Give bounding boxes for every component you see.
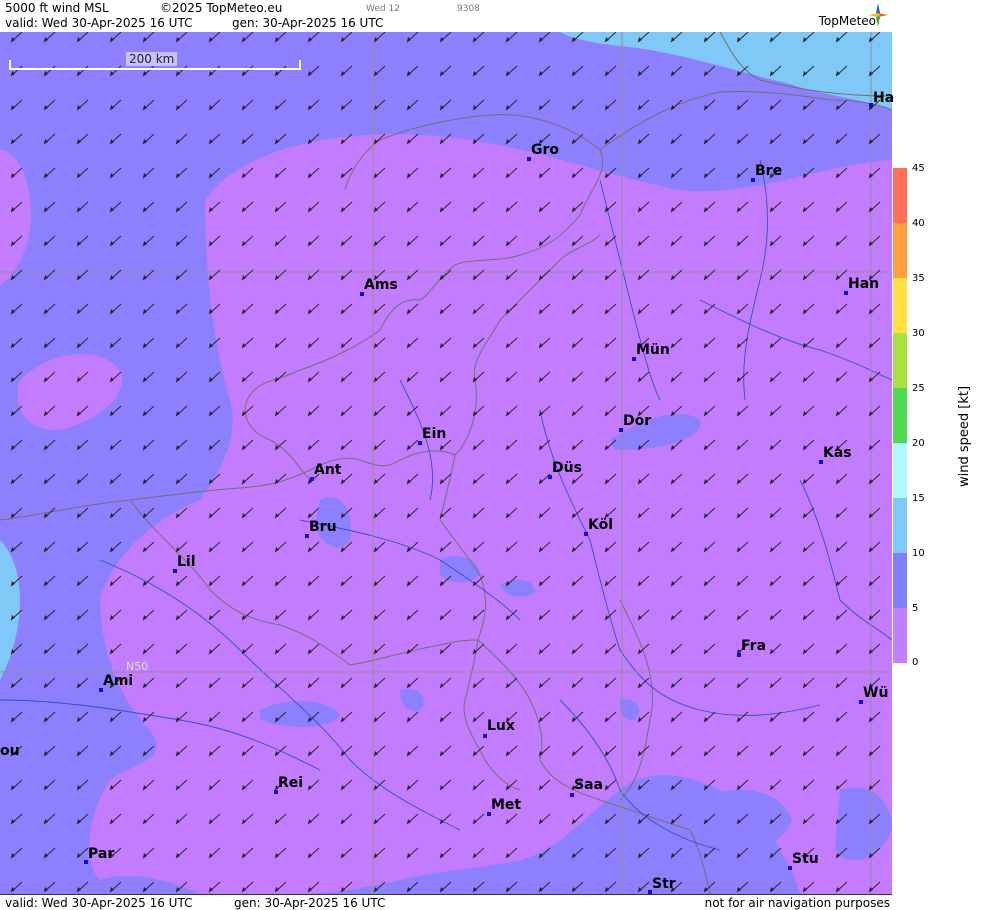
legend-tick: 25 bbox=[912, 383, 925, 394]
city-marker bbox=[483, 734, 487, 738]
city-label-wu: Wü bbox=[863, 685, 889, 701]
footer-valid-time: valid: Wed 30-Apr-2025 16 UTC bbox=[5, 896, 193, 910]
scale-label: 200 km bbox=[126, 52, 178, 66]
city-label-ha: Ha bbox=[873, 90, 895, 106]
city-label-mun: Mün bbox=[636, 342, 670, 358]
city-label-stu: Stu bbox=[792, 851, 819, 867]
small-day-label: Wed 12 bbox=[366, 4, 400, 14]
city-label-ou: ou bbox=[0, 743, 20, 759]
city-label-bru: Bru bbox=[309, 519, 337, 535]
city-label-par: Par bbox=[88, 846, 115, 862]
legend-tick: 10 bbox=[912, 548, 925, 559]
city-label-gro: Gro bbox=[531, 142, 560, 158]
city-label-str: Str bbox=[652, 876, 676, 892]
map-footer: valid: Wed 30-Apr-2025 16 UTC gen: 30-Ap… bbox=[0, 894, 892, 910]
city-label-met: Met bbox=[491, 797, 522, 813]
legend-tick: 35 bbox=[912, 273, 925, 284]
wind-speed-colorbar bbox=[893, 168, 907, 663]
city-label-ant: Ant bbox=[314, 462, 342, 478]
wind-field bbox=[0, 32, 892, 894]
city-label-saa: Saa bbox=[574, 777, 603, 793]
city-label-ein: Ein bbox=[422, 426, 447, 442]
legend-tick: 5 bbox=[912, 603, 919, 614]
copyright: ©2025 TopMeteo.eu bbox=[160, 1, 283, 15]
compass-logo-icon bbox=[868, 3, 888, 27]
legend-tick: 0 bbox=[912, 657, 919, 668]
city-label-kol: Köl bbox=[588, 517, 614, 533]
city-label-ami: Ami bbox=[103, 673, 134, 689]
legend-tick: 40 bbox=[912, 218, 925, 229]
city-label-rei: Rei bbox=[278, 775, 304, 791]
city-label-ams: Ams bbox=[364, 277, 398, 293]
small-code-label: 9308 bbox=[457, 4, 480, 14]
product-title: 5000 ft wind MSL bbox=[5, 1, 109, 15]
city-label-lux: Lux bbox=[487, 718, 515, 734]
legend-tick: 15 bbox=[912, 493, 925, 504]
disclaimer: not for air navigation purposes bbox=[704, 896, 890, 910]
city-label-lil: Lil bbox=[177, 554, 196, 570]
city-label-fra: Fra bbox=[741, 638, 767, 654]
map-header: 5000 ft wind MSL ©2025 TopMeteo.eu Wed 1… bbox=[0, 0, 892, 33]
legend-tick: 20 bbox=[912, 438, 925, 449]
latitude-label: N50 bbox=[126, 660, 149, 673]
footer-generated-time: gen: 30-Apr-2025 16 UTC bbox=[234, 896, 386, 910]
city-label-han: Han bbox=[848, 276, 880, 292]
legend-title: wind speed [kt] bbox=[957, 385, 972, 487]
city-label-kas: Kas bbox=[823, 445, 852, 461]
city-marker bbox=[570, 793, 574, 797]
wind-map[interactable] bbox=[0, 32, 892, 894]
legend-tick: 45 bbox=[912, 163, 925, 174]
legend-tick: 30 bbox=[912, 328, 925, 339]
city-label-dus: Düs bbox=[552, 460, 582, 476]
city-label-bre: Bre bbox=[755, 163, 783, 179]
generated-time: gen: 30-Apr-2025 16 UTC bbox=[232, 16, 384, 30]
valid-time: valid: Wed 30-Apr-2025 16 UTC bbox=[5, 16, 193, 30]
city-label-dor: Dor bbox=[623, 413, 652, 429]
